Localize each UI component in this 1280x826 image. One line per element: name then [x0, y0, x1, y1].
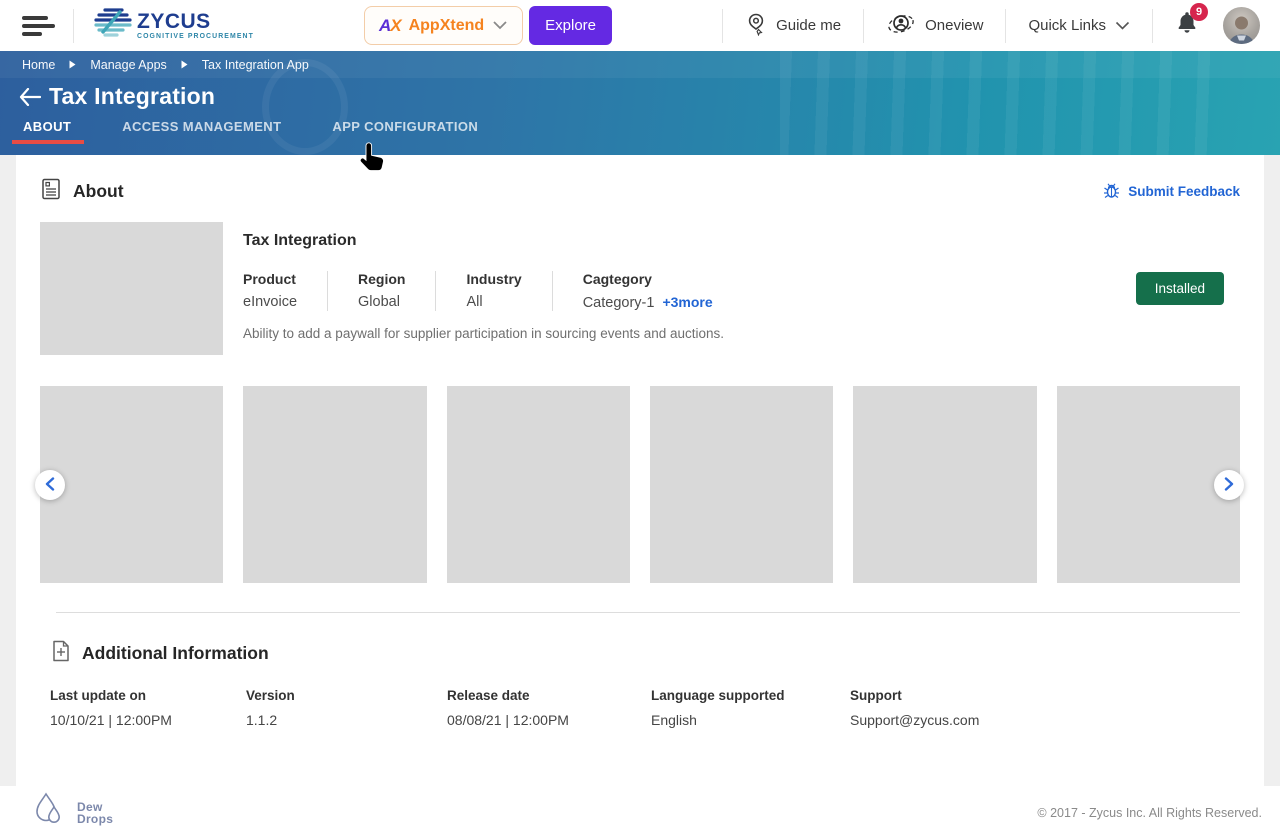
- submit-feedback-link[interactable]: Submit Feedback: [1102, 181, 1240, 203]
- app-name: Tax Integration: [243, 232, 1136, 250]
- info-language: Language supported English: [651, 688, 850, 728]
- app-meta-industry: Industry All: [466, 271, 552, 311]
- screenshot-placeholder: [1057, 386, 1240, 583]
- zycus-logo-icon: [92, 5, 134, 46]
- hamburger-menu-icon[interactable]: [22, 16, 56, 36]
- location-pin-icon: [745, 12, 767, 40]
- app-description: Ability to add a paywall for supplier pa…: [243, 326, 1136, 341]
- breadcrumb-separator-icon: [69, 60, 76, 69]
- support-email-link[interactable]: Support@zycus.com: [850, 712, 1240, 728]
- info-support: Support Support@zycus.com: [850, 688, 1240, 728]
- app-logo-placeholder: [40, 222, 223, 355]
- page-hero: Home Manage Apps Tax Integration App Tax…: [0, 51, 1280, 155]
- info-release-date: Release date 08/08/21 | 12:00PM: [447, 688, 651, 728]
- screenshot-placeholder: [243, 386, 426, 583]
- tab-bar: ABOUT ACCESS MANAGEMENT APP CONFIGURATIO…: [0, 119, 1280, 144]
- oneview-button[interactable]: Oneview: [864, 11, 1005, 41]
- app-meta-category: Cagtegory Category-1 +3more: [583, 271, 743, 311]
- guide-me-label: Guide me: [776, 17, 841, 34]
- chevron-down-icon: [492, 17, 508, 35]
- content-background: About: [0, 155, 1280, 786]
- additional-info-fields: Last update on 10/10/21 | 12:00PM Versio…: [40, 688, 1240, 728]
- page-footer: Dew Drops © 2017 - Zycus Inc. All Rights…: [0, 786, 1280, 826]
- about-page-card: About: [16, 155, 1264, 786]
- breadcrumb-home[interactable]: Home: [22, 58, 55, 72]
- back-arrow-icon[interactable]: [18, 85, 42, 109]
- chevron-right-icon: [1224, 477, 1234, 494]
- water-drops-icon: [30, 790, 70, 826]
- bell-icon: [1175, 23, 1199, 40]
- additional-info-section-title: Additional Information: [82, 643, 269, 664]
- dew-drops-line2: Drops: [77, 812, 113, 826]
- guide-me-button[interactable]: Guide me: [723, 12, 863, 40]
- nav-divider: [73, 9, 74, 43]
- breadcrumb-manage-apps[interactable]: Manage Apps: [90, 58, 166, 72]
- appxtend-logo-icon: AX: [379, 16, 401, 36]
- screenshot-placeholder: [447, 386, 630, 583]
- nav-divider: [1152, 9, 1153, 43]
- appxtend-label: AppXtend: [409, 17, 485, 35]
- top-navigation-bar: ZYCUS COGNITIVE PROCUREMENT AX AppXtend …: [0, 0, 1280, 51]
- zycus-logo[interactable]: ZYCUS COGNITIVE PROCUREMENT: [92, 5, 254, 46]
- tab-access-management[interactable]: ACCESS MANAGEMENT: [122, 119, 281, 144]
- quick-links-dropdown[interactable]: Quick Links: [1006, 17, 1152, 34]
- document-icon: [40, 177, 62, 206]
- app-meta-region: Region Global: [358, 271, 436, 311]
- about-section-title: About: [73, 181, 124, 202]
- page-plus-icon: [50, 639, 71, 668]
- app-meta-row: Product eInvoice Region Global Industry …: [243, 271, 1136, 311]
- breadcrumb-separator-icon: [181, 60, 188, 69]
- carousel-prev-button[interactable]: [35, 470, 65, 500]
- app-meta-product: Product eInvoice: [243, 271, 328, 311]
- submit-feedback-label: Submit Feedback: [1128, 184, 1240, 199]
- breadcrumb: Home Manage Apps Tax Integration App: [0, 51, 1280, 78]
- explore-button[interactable]: Explore: [529, 6, 612, 45]
- installed-status-button[interactable]: Installed: [1136, 272, 1224, 305]
- page-title: Tax Integration: [49, 83, 215, 110]
- chevron-down-icon: [1115, 17, 1130, 34]
- oneview-icon: [886, 11, 916, 41]
- screenshot-placeholder: [650, 386, 833, 583]
- user-avatar[interactable]: [1223, 7, 1260, 44]
- notifications-button[interactable]: 9: [1175, 10, 1199, 41]
- appxtend-dropdown[interactable]: AX AppXtend: [364, 6, 523, 45]
- notification-badge: 9: [1190, 3, 1208, 21]
- category-more-link[interactable]: +3more: [662, 294, 712, 310]
- screenshot-carousel: [16, 386, 1264, 583]
- quick-links-label: Quick Links: [1028, 17, 1106, 34]
- tab-about[interactable]: ABOUT: [23, 119, 71, 144]
- bug-icon: [1102, 181, 1121, 203]
- tab-app-configuration[interactable]: APP CONFIGURATION: [332, 119, 478, 144]
- oneview-label: Oneview: [925, 17, 983, 34]
- screenshot-placeholder: [40, 386, 223, 583]
- zycus-logo-name: ZYCUS: [137, 11, 254, 32]
- copyright-text: © 2017 - Zycus Inc. All Rights Reserved.: [1037, 806, 1262, 820]
- info-version: Version 1.1.2: [246, 688, 447, 728]
- info-last-update: Last update on 10/10/21 | 12:00PM: [50, 688, 246, 728]
- chevron-left-icon: [45, 477, 55, 494]
- breadcrumb-current-page: Tax Integration App: [202, 58, 309, 72]
- dew-drops-logo: Dew Drops: [30, 790, 113, 826]
- zycus-logo-tagline: COGNITIVE PROCUREMENT: [137, 34, 254, 41]
- screenshot-placeholder: [853, 386, 1036, 583]
- carousel-next-button[interactable]: [1214, 470, 1244, 500]
